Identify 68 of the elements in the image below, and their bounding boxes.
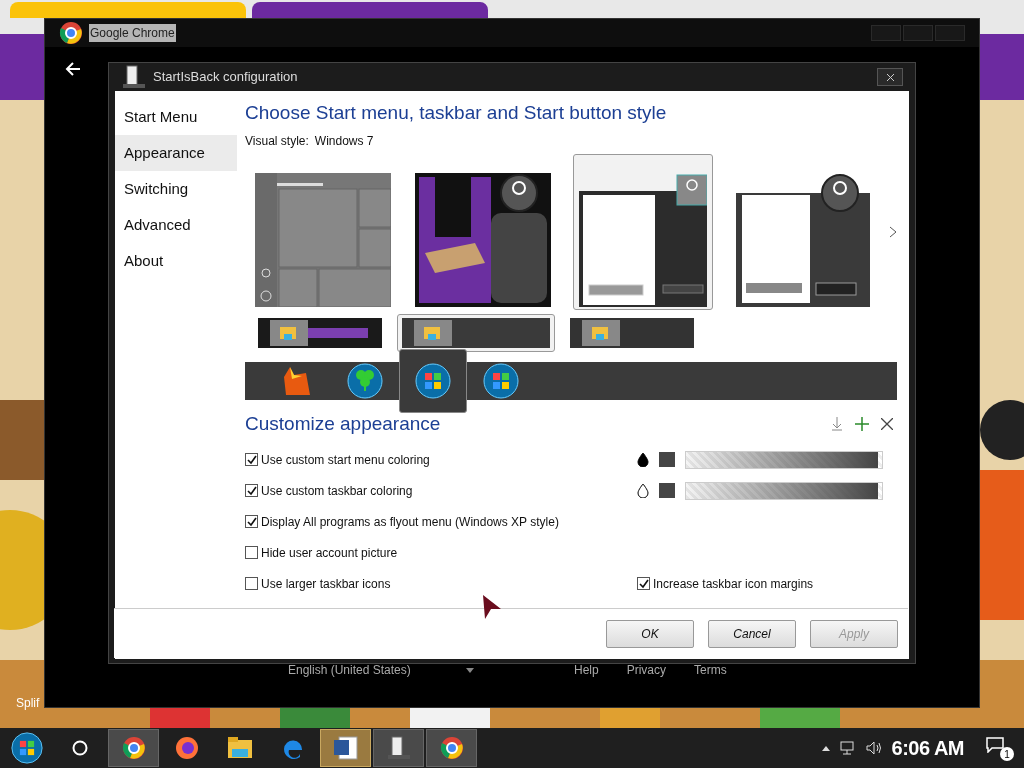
option-label[interactable]: Use custom start menu coloring xyxy=(245,450,637,469)
checkbox[interactable] xyxy=(245,484,258,497)
windows-orb-icon xyxy=(483,362,519,399)
taskbar-app[interactable] xyxy=(320,729,371,767)
footer-link[interactable]: Help xyxy=(574,661,599,679)
chevron-up-icon[interactable] xyxy=(821,745,830,751)
chevron-right-icon[interactable] xyxy=(889,225,897,238)
message-icon xyxy=(986,737,1004,753)
option-label[interactable]: Use custom taskbar coloring xyxy=(245,481,637,500)
visual-style-label: Visual style: xyxy=(245,132,309,150)
chrome-icon xyxy=(439,736,464,760)
taskbar-app[interactable] xyxy=(373,729,424,767)
window-title: Google Chrome xyxy=(89,24,176,42)
option-label[interactable]: Increase taskbar icon margins xyxy=(637,574,814,593)
chrome-icon xyxy=(121,736,146,760)
dialog-button[interactable]: Cancel xyxy=(708,619,796,648)
building-icon xyxy=(121,64,147,90)
dialog-button[interactable]: OK xyxy=(606,619,694,648)
back-arrow-icon[interactable] xyxy=(65,61,81,77)
volume-icon[interactable] xyxy=(865,741,882,755)
dialog-title: StartIsBack configuration xyxy=(153,68,298,87)
clock[interactable]: 6:06 AM xyxy=(891,733,964,763)
windows-orb-icon xyxy=(415,362,451,399)
document-icon xyxy=(332,735,359,761)
notification-button[interactable]: 1 xyxy=(986,735,1014,761)
visual-style-value: Windows 7 xyxy=(314,132,374,150)
option-label[interactable]: Hide user account picture xyxy=(245,543,637,562)
chrome-icon xyxy=(59,21,83,45)
folder-icon xyxy=(227,737,252,759)
checkbox[interactable] xyxy=(245,515,258,528)
checkbox[interactable] xyxy=(637,577,650,590)
start-menu-style-option[interactable] xyxy=(573,153,713,310)
network-icon[interactable] xyxy=(839,741,856,755)
firefox-icon xyxy=(174,736,199,760)
close-icon[interactable] xyxy=(881,417,893,430)
close-icon xyxy=(886,73,894,81)
plus-icon[interactable] xyxy=(855,416,869,431)
circle-icon[interactable] xyxy=(72,740,88,756)
caret-icon xyxy=(466,667,474,673)
footer-link[interactable]: Privacy xyxy=(626,661,667,679)
footer-link[interactable]: Terms xyxy=(694,661,727,679)
windows-orb-icon[interactable] xyxy=(11,732,43,764)
color-swatch[interactable] xyxy=(659,483,675,498)
language-selector[interactable]: English (United States) xyxy=(288,661,474,679)
sidebar-item[interactable]: About xyxy=(115,243,237,279)
clover-orb-icon xyxy=(347,362,383,399)
drop-icon xyxy=(637,452,649,467)
taskbar-app[interactable] xyxy=(426,729,477,767)
taskbar-app[interactable] xyxy=(108,729,159,767)
option-label[interactable]: Display All programs as flyout menu (Windows XP style) xyxy=(245,512,637,531)
checkbox[interactable] xyxy=(245,453,258,466)
color-swatch[interactable] xyxy=(659,452,675,467)
sidebar-item[interactable]: Appearance xyxy=(115,135,237,171)
section-heading: Choose Start menu, taskbar and Start button style xyxy=(245,101,668,125)
start-button-option[interactable] xyxy=(399,348,467,413)
building-icon xyxy=(385,735,412,761)
checkbox[interactable] xyxy=(245,546,258,559)
download-icon[interactable] xyxy=(831,416,843,431)
sidebar-item[interactable]: Start Menu xyxy=(115,99,237,135)
notification-count: 1 xyxy=(1000,747,1014,761)
option-label[interactable]: Use larger taskbar icons xyxy=(245,574,637,593)
close-button[interactable] xyxy=(877,68,903,86)
sidebar-item[interactable]: Advanced xyxy=(115,207,237,243)
cursor-icon xyxy=(482,594,502,620)
sidebar-item[interactable]: Switching xyxy=(115,171,237,207)
checkbox[interactable] xyxy=(245,577,258,590)
section-heading: Customize appearance xyxy=(245,411,441,436)
drop-outline-icon xyxy=(637,483,649,498)
